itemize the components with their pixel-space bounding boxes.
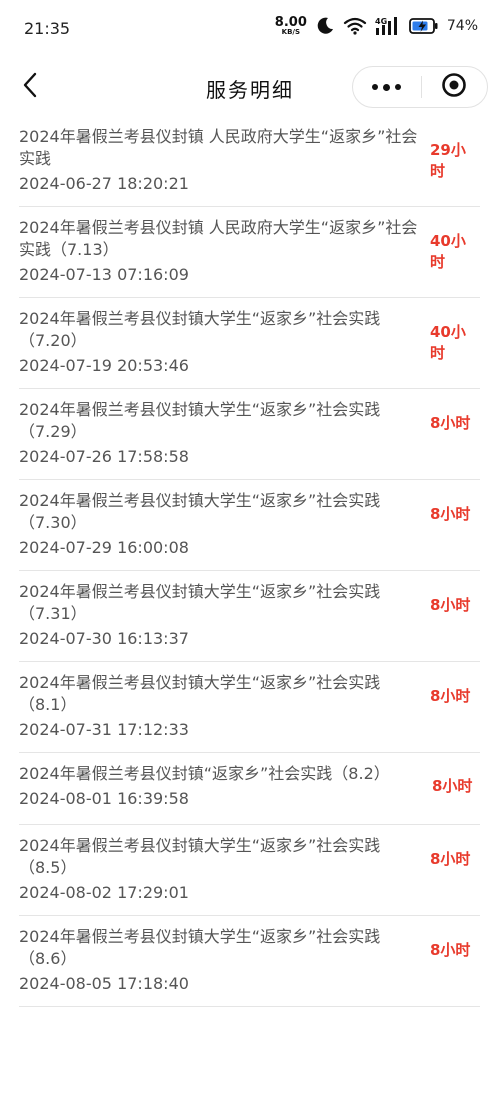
- more-dots-icon-mid: [383, 83, 391, 91]
- network-speed: 8.00 KB/S: [275, 16, 307, 36]
- record-time: 2024-07-31 17:12:33: [19, 720, 189, 739]
- record-title: 2024年暑假兰考县仪封镇大学生“返家乡”社会实践（8.5）: [19, 836, 381, 877]
- record-time: 2024-08-05 17:18:40: [19, 974, 189, 993]
- record-hours: 40小时: [430, 323, 466, 362]
- status-icons: 8.00 KB/S 4G 74%: [275, 16, 478, 36]
- record-time: 2024-06-27 18:20:21: [19, 174, 189, 193]
- record-time: 2024-08-02 17:29:01: [19, 883, 189, 902]
- close-button[interactable]: [422, 66, 488, 108]
- record-title: 2024年暑假兰考县仪封镇大学生“返家乡”社会实践（7.20）: [19, 309, 381, 350]
- battery-charging-icon: [408, 17, 439, 35]
- list-item[interactable]: 2024年暑假兰考县仪封镇 人民政府大学生“返家乡”社会实践（7.13） 202…: [19, 207, 480, 298]
- record-hours: 8小时: [432, 777, 473, 795]
- list-item[interactable]: 2024年暑假兰考县仪封镇“返家乡”社会实践（8.2） 2024-08-01 1…: [19, 753, 480, 825]
- list-item[interactable]: 2024年暑假兰考县仪封镇大学生“返家乡”社会实践（8.5） 2024-08-0…: [19, 825, 480, 916]
- record-title: 2024年暑假兰考县仪封镇大学生“返家乡”社会实践（7.31）: [19, 582, 381, 623]
- nav-bar: 服务明细: [0, 58, 500, 116]
- network-speed-unit: KB/S: [281, 28, 301, 36]
- target-circle-icon: [441, 72, 467, 102]
- mini-program-capsule: [352, 66, 488, 108]
- record-title: 2024年暑假兰考县仪封镇大学生“返家乡”社会实践（8.6）: [19, 927, 381, 968]
- record-time: 2024-08-01 16:39:58: [19, 789, 189, 808]
- more-dots-icon-end: [395, 84, 402, 90]
- record-hours: 8小时: [430, 850, 471, 868]
- record-title: 2024年暑假兰考县仪封镇大学生“返家乡”社会实践（8.1）: [19, 673, 381, 714]
- record-time: 2024-07-26 17:58:58: [19, 447, 189, 466]
- record-title: 2024年暑假兰考县仪封镇大学生“返家乡”社会实践（7.30）: [19, 491, 381, 532]
- list-item[interactable]: 2024年暑假兰考县仪封镇大学生“返家乡”社会实践（7.20） 2024-07-…: [19, 298, 480, 389]
- network-type-label: 4G: [375, 17, 387, 26]
- more-dots-icon: [372, 84, 379, 90]
- status-time: 21:35: [24, 19, 71, 38]
- list-item[interactable]: 2024年暑假兰考县仪封镇 人民政府大学生“返家乡”社会实践 2024-06-2…: [19, 116, 480, 207]
- status-bar: 21:35 8.00 KB/S 4G 74%: [0, 0, 500, 58]
- record-time: 2024-07-29 16:00:08: [19, 538, 189, 557]
- record-time: 2024-07-13 07:16:09: [19, 265, 189, 284]
- list-item[interactable]: 2024年暑假兰考县仪封镇大学生“返家乡”社会实践（8.6） 2024-08-0…: [19, 916, 480, 1007]
- wifi-icon: [343, 17, 367, 35]
- record-title: 2024年暑假兰考县仪封镇 人民政府大学生“返家乡”社会实践（7.13）: [19, 218, 418, 259]
- record-hours: 29小时: [430, 141, 466, 180]
- record-title: 2024年暑假兰考县仪封镇“返家乡”社会实践（8.2）: [19, 764, 390, 783]
- more-button[interactable]: [353, 66, 421, 108]
- signal-4g-icon: 4G: [375, 16, 401, 36]
- record-hours: 8小时: [430, 687, 471, 705]
- list-item[interactable]: 2024年暑假兰考县仪封镇大学生“返家乡”社会实践（7.30） 2024-07-…: [19, 480, 480, 571]
- record-title: 2024年暑假兰考县仪封镇大学生“返家乡”社会实践（7.29）: [19, 400, 381, 441]
- list-item[interactable]: 2024年暑假兰考县仪封镇大学生“返家乡”社会实践（8.1） 2024-07-3…: [19, 662, 480, 753]
- service-record-list: 2024年暑假兰考县仪封镇 人民政府大学生“返家乡”社会实践 2024-06-2…: [19, 116, 480, 1007]
- moon-icon: [315, 16, 335, 36]
- list-item[interactable]: 2024年暑假兰考县仪封镇大学生“返家乡”社会实践（7.31） 2024-07-…: [19, 571, 480, 662]
- record-hours: 8小时: [430, 596, 471, 614]
- record-time: 2024-07-30 16:13:37: [19, 629, 189, 648]
- record-hours: 8小时: [430, 414, 471, 432]
- record-title: 2024年暑假兰考县仪封镇 人民政府大学生“返家乡”社会实践: [19, 127, 418, 168]
- record-hours: 8小时: [430, 941, 471, 959]
- record-time: 2024-07-19 20:53:46: [19, 356, 189, 375]
- record-hours: 8小时: [430, 505, 471, 523]
- record-hours: 40小时: [430, 232, 466, 271]
- list-item[interactable]: 2024年暑假兰考县仪封镇大学生“返家乡”社会实践（7.29） 2024-07-…: [19, 389, 480, 480]
- battery-percent: 74%: [446, 18, 478, 34]
